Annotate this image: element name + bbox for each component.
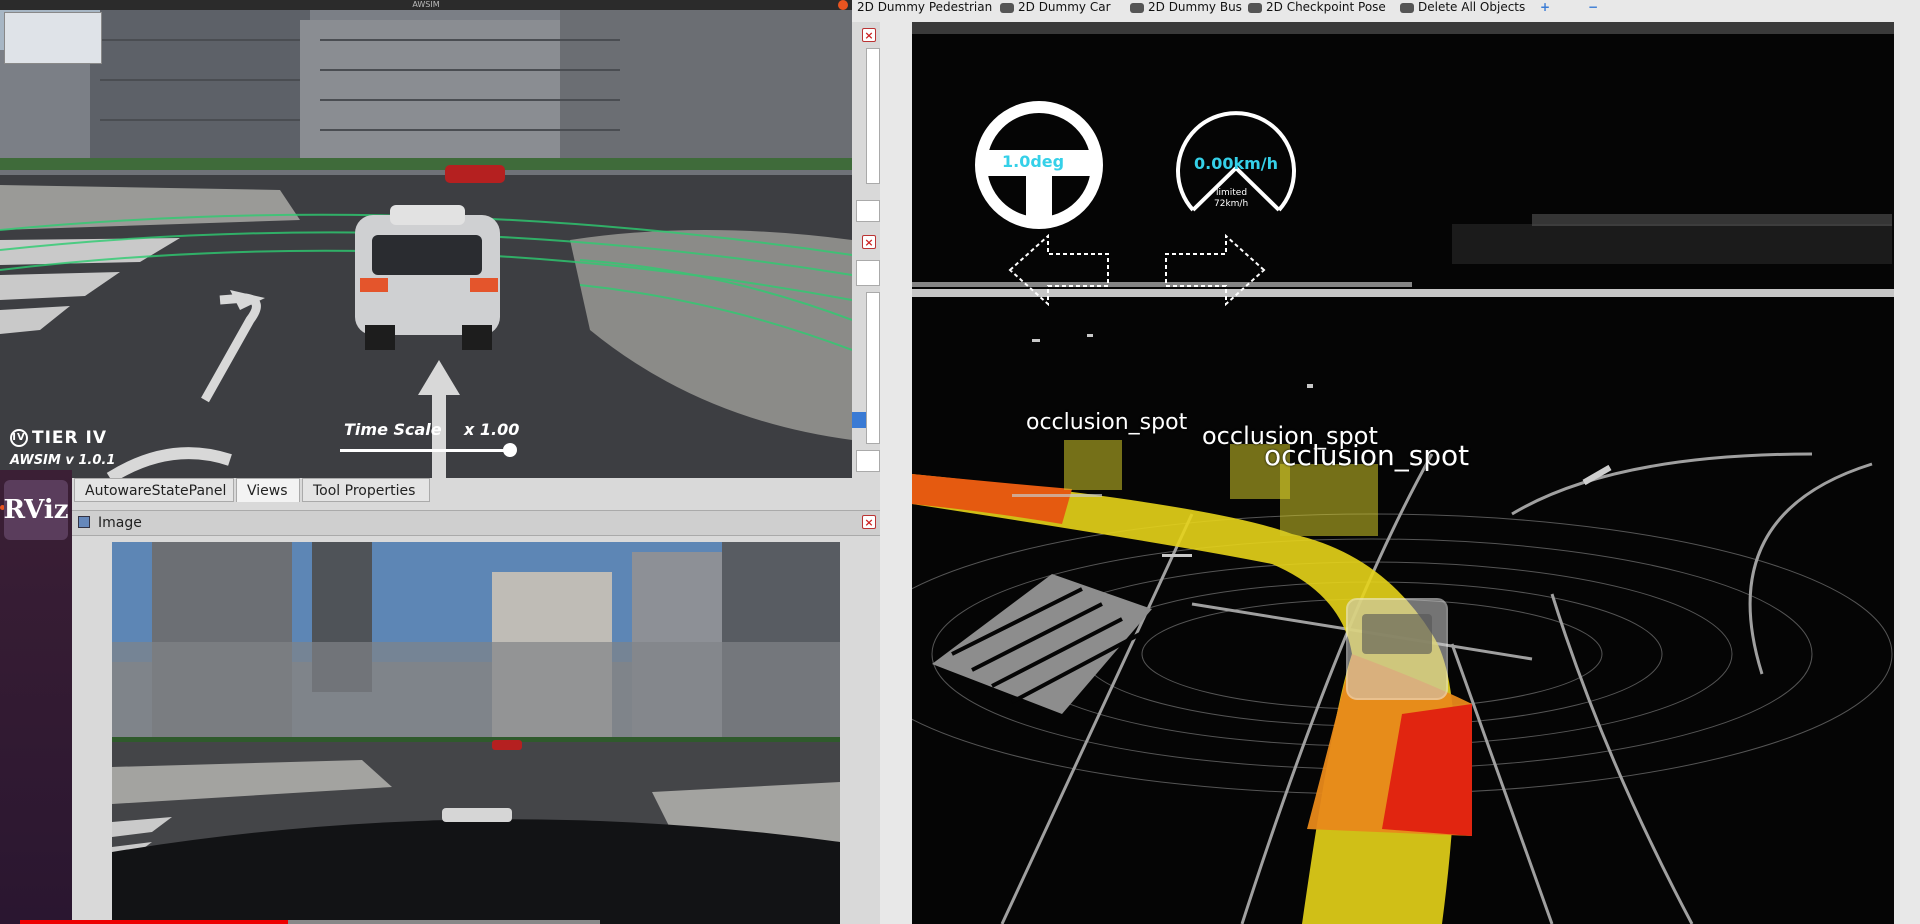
speed-limit-label: limited — [1216, 188, 1248, 198]
image-panel-header — [72, 510, 880, 536]
tool-2d-dummy-bus[interactable]: 2D Dummy Bus — [1130, 0, 1242, 14]
camera-image — [112, 542, 840, 924]
occlusion-box — [1280, 464, 1378, 536]
right-turn-signal-icon — [1165, 234, 1266, 306]
speed-value: 0.00km/h — [1194, 154, 1279, 173]
occlusion-label: occlusion_spot — [1264, 439, 1470, 472]
autoware-icon — [1248, 2, 1262, 13]
selected-row-marker — [852, 412, 866, 428]
view-gutter-right — [1894, 22, 1920, 924]
autoware-icon — [1130, 2, 1144, 13]
time-scale-label: Time Scale — [344, 420, 442, 439]
image-panel-close-button[interactable]: × — [862, 515, 876, 529]
awsim-close-button[interactable] — [838, 0, 848, 10]
panel-field-2[interactable] — [856, 260, 880, 286]
tab-autoware-state-panel[interactable]: AutowareStatePanel — [74, 478, 234, 502]
awsim-title: AWSIM — [0, 0, 852, 10]
time-scale-value: x 1.00 — [464, 420, 520, 439]
panel-close-button-2[interactable]: × — [862, 235, 876, 249]
camera-thumbnail[interactable] — [4, 12, 102, 64]
tier-iv-logo: IV TIER IV — [10, 428, 107, 448]
panel-field-3[interactable] — [856, 450, 880, 472]
panel-field[interactable] — [856, 200, 880, 222]
add-tool-icon[interactable]: + — [1540, 0, 1550, 14]
tab-tool-properties[interactable]: Tool Properties — [302, 478, 430, 502]
occlusion-box — [1064, 440, 1122, 490]
autoware-icon — [1000, 2, 1014, 13]
occlusion-label: occlusion_spot — [1026, 410, 1188, 435]
panel-scrollbar-2[interactable] — [866, 292, 880, 444]
awsim-version: AWSIM v 1.0.1 — [10, 453, 116, 468]
time-scale-slider-handle[interactable] — [503, 443, 517, 457]
rviz-launcher-icon[interactable]: RViz — [3, 480, 69, 540]
steering-angle-value: 1.0deg — [1002, 152, 1065, 171]
left-turn-signal-icon — [1008, 234, 1109, 306]
autoware-icon — [1400, 2, 1414, 13]
speed-limit-value: 72km/h — [1214, 199, 1249, 209]
tab-views[interactable]: Views — [236, 478, 300, 502]
rviz-3d-view[interactable]: occlusion_spot occlusion_spot occlusion_… — [912, 34, 1894, 924]
panel-scrollbar[interactable] — [866, 48, 880, 184]
tool-2d-dummy-pedestrian[interactable]: 2D Dummy Pedestrian — [857, 0, 992, 14]
time-scale-slider[interactable] — [340, 449, 512, 452]
image-panel-title: Image — [98, 515, 142, 531]
image-panel-icon — [78, 516, 90, 528]
awsim-scene — [0, 0, 852, 478]
awsim-window[interactable]: AWSIM IV TIER IV AWSIM v 1.0.1 Time Scale… — [0, 0, 852, 478]
remove-tool-icon[interactable]: − — [1588, 0, 1598, 14]
panel-close-button[interactable]: × — [862, 28, 876, 42]
tool-2d-checkpoint-pose[interactable]: 2D Checkpoint Pose — [1248, 0, 1386, 14]
video-progress-fill — [20, 920, 288, 924]
view-gutter-left — [880, 22, 912, 924]
tool-delete-all-objects[interactable]: Delete All Objects — [1400, 0, 1525, 14]
tool-2d-dummy-car[interactable]: 2D Dummy Car — [1000, 0, 1111, 14]
